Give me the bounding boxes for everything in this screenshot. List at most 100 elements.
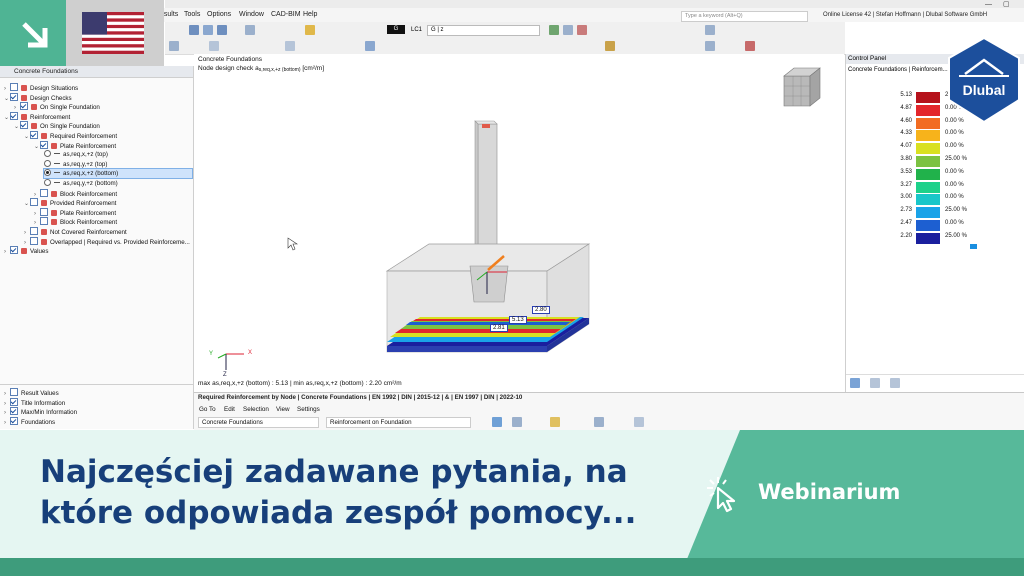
result-radio[interactable] bbox=[44, 179, 51, 186]
tree-item[interactable]: ⌄ Required Reinforcement bbox=[24, 131, 117, 140]
display-option-item[interactable]: › Result Values bbox=[4, 388, 59, 397]
menu-window[interactable]: Window bbox=[239, 8, 264, 22]
tree-item[interactable]: ⌄ Provided Reinforcement bbox=[24, 198, 116, 207]
legend-value: 3.80 bbox=[900, 156, 912, 162]
tree-item[interactable]: › On Single Foundation bbox=[14, 102, 100, 111]
tab-color-scale-icon[interactable] bbox=[850, 378, 860, 388]
legend-percentage: 0.00 % bbox=[945, 220, 964, 226]
result-radio[interactable] bbox=[44, 159, 51, 167]
checkbox[interactable] bbox=[10, 416, 18, 425]
display-option-item[interactable]: › Max/Min Information bbox=[4, 407, 77, 416]
headline-line-1: Najczęściej zadawane pytania, na bbox=[40, 454, 628, 490]
checkbox[interactable] bbox=[30, 131, 38, 139]
menu-tools[interactable]: Tools bbox=[184, 8, 200, 22]
results-menu-settings[interactable]: Settings bbox=[297, 406, 320, 413]
results-menu-view[interactable]: View bbox=[276, 406, 290, 413]
display-option-label: Max/Min Information bbox=[21, 409, 78, 417]
results-menu-goto[interactable]: Go To bbox=[199, 406, 216, 413]
dlubal-logo-text: Dlubal bbox=[962, 82, 1006, 98]
select-icon[interactable] bbox=[169, 41, 179, 51]
checkbox[interactable] bbox=[40, 207, 48, 216]
results-table-dropdown[interactable]: Reinforcement on Foundation bbox=[326, 417, 471, 428]
navigator-panel: Concrete Foundations › Design Situations ⌄… bbox=[0, 66, 194, 429]
checkbox[interactable] bbox=[40, 188, 48, 197]
tree-item[interactable]: ⌄ Reinforcement bbox=[4, 111, 70, 121]
display-option-item[interactable]: › Title Information bbox=[4, 397, 65, 407]
tree-item[interactable]: › Overlapped | Required vs. Provided Rein… bbox=[24, 236, 190, 246]
filter-icon[interactable] bbox=[492, 417, 502, 427]
tree-item[interactable]: ⌄ On Single Foundation bbox=[14, 121, 100, 130]
results-category-dropdown[interactable]: Concrete Foundations bbox=[198, 417, 319, 428]
max-min-info: max as,req,x,+z (bottom) : 5.13 | min as… bbox=[198, 380, 402, 387]
checkbox[interactable] bbox=[30, 236, 38, 245]
mouse-cursor bbox=[287, 237, 298, 251]
click-cursor-icon bbox=[707, 477, 736, 513]
table-view-icon[interactable] bbox=[512, 417, 522, 427]
checkbox[interactable] bbox=[20, 121, 28, 130]
results-menu-selection[interactable]: Selection bbox=[243, 406, 269, 413]
checkbox[interactable] bbox=[20, 102, 28, 111]
checkbox[interactable] bbox=[30, 227, 38, 235]
print-icon[interactable] bbox=[245, 25, 255, 35]
tree-item[interactable]: as,req,x,+z (top) bbox=[44, 150, 108, 159]
result-radio[interactable] bbox=[44, 150, 51, 158]
edit-icon[interactable] bbox=[305, 25, 315, 35]
tree-item[interactable]: as,req,y,+z (bottom) bbox=[44, 179, 118, 188]
member-icon[interactable] bbox=[285, 41, 295, 51]
tree-item[interactable]: as,req,x,+z (bottom) bbox=[43, 168, 193, 180]
open-file-icon[interactable] bbox=[203, 25, 213, 35]
legend-percentage: 0.00 % bbox=[945, 143, 964, 150]
export-icon[interactable] bbox=[550, 417, 560, 427]
loadcase-dropdown[interactable]: G | z bbox=[427, 25, 540, 36]
tab-factors-icon[interactable] bbox=[870, 378, 880, 388]
tree-item[interactable]: › Plate Reinforcement bbox=[34, 207, 116, 217]
tree-item[interactable]: › Block Reinforcement bbox=[34, 188, 117, 198]
checkbox[interactable] bbox=[10, 111, 18, 120]
view-icon[interactable] bbox=[705, 25, 715, 35]
checkbox[interactable] bbox=[10, 388, 18, 396]
display-option-item[interactable]: › Foundations bbox=[4, 416, 55, 426]
menu-options[interactable]: Options bbox=[207, 8, 231, 22]
results-icon[interactable] bbox=[563, 25, 573, 35]
tree-item[interactable]: ⌄ Plate Reinforcement bbox=[34, 140, 116, 150]
view-cube[interactable] bbox=[780, 66, 824, 110]
menu-help[interactable]: Help bbox=[303, 8, 317, 22]
check-icon[interactable] bbox=[577, 25, 587, 35]
delete-icon[interactable] bbox=[745, 41, 755, 51]
checkbox[interactable] bbox=[10, 83, 18, 91]
checkbox[interactable] bbox=[40, 217, 48, 226]
legend-swatch bbox=[916, 92, 940, 103]
new-file-icon[interactable] bbox=[189, 25, 199, 35]
value-label-max: 5.13 bbox=[509, 316, 527, 324]
checkbox[interactable] bbox=[10, 397, 18, 406]
tree-item-label: Required Reinforcement bbox=[50, 133, 118, 140]
menu-cad-bim[interactable]: CAD-BIM bbox=[271, 8, 301, 22]
tree-item[interactable]: › Values bbox=[4, 246, 48, 255]
surface-icon[interactable] bbox=[365, 41, 375, 51]
tree-item[interactable]: as,req,y,+z (top) bbox=[44, 159, 107, 169]
checkbox[interactable] bbox=[10, 407, 18, 416]
results-menu-edit[interactable]: Edit bbox=[224, 406, 235, 413]
node-icon[interactable] bbox=[209, 41, 219, 51]
legend-slider-handle[interactable] bbox=[970, 244, 977, 249]
checkbox[interactable] bbox=[10, 92, 18, 101]
checkbox[interactable] bbox=[40, 140, 48, 149]
tab-settings-icon[interactable] bbox=[890, 378, 900, 388]
tree-item[interactable]: › Not Covered Reinforcement bbox=[24, 227, 127, 236]
checkbox[interactable] bbox=[10, 246, 18, 255]
graph-icon[interactable] bbox=[594, 417, 604, 427]
result-radio[interactable] bbox=[44, 169, 51, 177]
calculate-icon[interactable] bbox=[549, 25, 559, 35]
save-icon[interactable] bbox=[217, 25, 227, 35]
tree-item[interactable]: › Block Reinforcement bbox=[34, 217, 117, 226]
tree-item[interactable]: › Design Situations bbox=[4, 83, 78, 92]
zoom-table-icon[interactable] bbox=[634, 417, 644, 427]
global-y-axis bbox=[217, 353, 227, 359]
zoom-icon[interactable] bbox=[705, 41, 715, 51]
keyword-search-input[interactable]: Type a keyword (Alt+Q) bbox=[681, 11, 808, 22]
display-icon[interactable] bbox=[605, 41, 615, 51]
tree-item[interactable]: ⌄ Design Checks bbox=[4, 92, 72, 102]
checkbox[interactable] bbox=[30, 198, 38, 207]
panel-divider bbox=[0, 384, 193, 385]
model-viewport[interactable]: Concrete Foundations Node design check a… bbox=[194, 54, 844, 392]
